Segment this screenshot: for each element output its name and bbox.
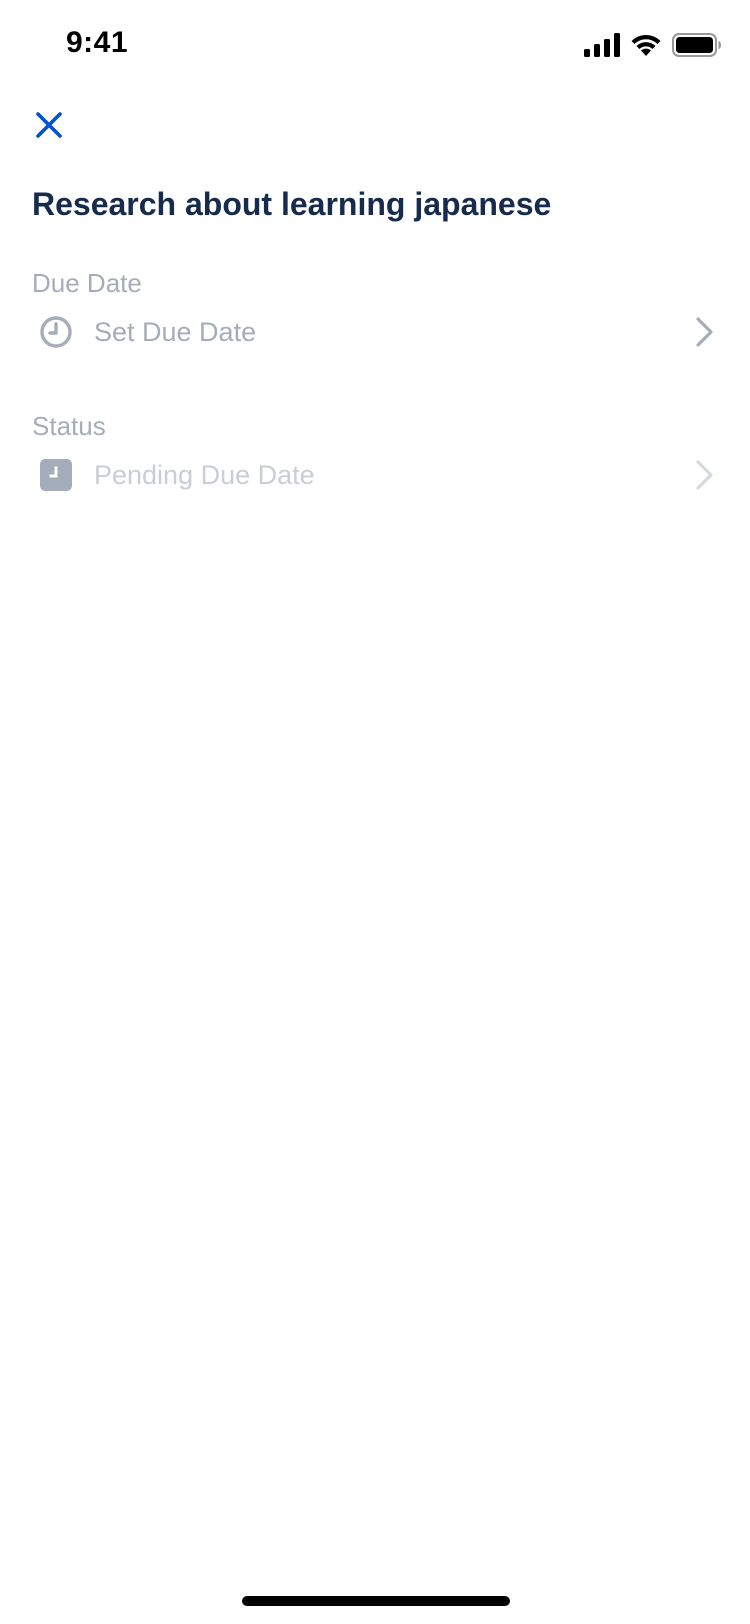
status-bar: 9:41 — [0, 0, 750, 94]
wifi-icon — [630, 33, 662, 62]
task-detail-screen: 9:41 Research about learning japanese Du… — [0, 0, 750, 1624]
chevron-right-icon — [690, 312, 720, 352]
status-label: Status — [32, 411, 106, 441]
status-value-text: Pending Due Date — [94, 459, 315, 490]
clock-icon — [34, 310, 78, 354]
set-due-date-text: Set Due Date — [94, 316, 257, 347]
status-icons — [584, 32, 722, 62]
battery-icon — [672, 32, 722, 62]
due-date-label: Due Date — [32, 268, 142, 298]
close-button[interactable] — [30, 108, 68, 146]
status-time: 9:41 — [66, 26, 129, 59]
close-icon — [36, 111, 62, 143]
set-due-date-row[interactable]: Set Due Date — [32, 302, 720, 362]
chevron-right-icon — [690, 455, 720, 495]
pending-clock-square-icon — [34, 453, 78, 497]
home-indicator[interactable] — [242, 1596, 510, 1606]
cellular-signal-icon — [584, 32, 620, 62]
task-title: Research about learning japanese — [32, 186, 552, 222]
status-row: Pending Due Date — [32, 445, 720, 505]
